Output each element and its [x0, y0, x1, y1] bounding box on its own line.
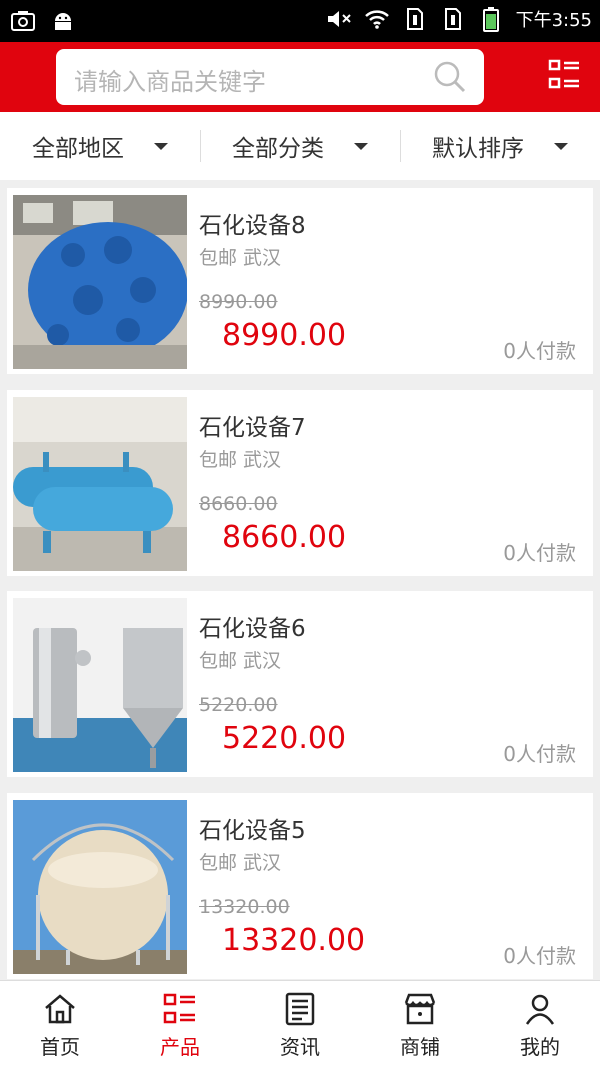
product-meta: 包邮 武汉 [199, 852, 282, 874]
original-price: 8660.00 [199, 493, 278, 515]
bottom-nav: 首页 产品 资讯 商铺 我的 [0, 980, 600, 1067]
caret-down-icon [554, 142, 568, 150]
screenshot-icon [10, 8, 36, 34]
product-title[interactable]: 石化设备5 [199, 811, 306, 845]
original-price: 5220.00 [199, 694, 278, 716]
paid-count: 0人付款 [503, 541, 576, 565]
product-list-icon [163, 993, 195, 1024]
tab-label: 产品 [160, 1035, 200, 1059]
filter-label: 默认排序 [432, 136, 524, 162]
product-card[interactable]: 石化设备5 包邮 武汉 13320.00 13320.00 0人付款 [7, 793, 593, 979]
product-title[interactable]: 石化设备8 [199, 206, 306, 240]
app-header: 请输入商品关键字 [0, 42, 600, 112]
tab-label: 我的 [520, 1035, 560, 1059]
sim2-icon [440, 6, 466, 32]
product-image[interactable] [13, 397, 187, 571]
tab-me[interactable]: 我的 [480, 981, 600, 1067]
filter-bar: 全部地区 全部分类 默认排序 [0, 112, 600, 180]
search-icon[interactable] [432, 59, 468, 95]
product-image[interactable] [13, 598, 187, 772]
caret-down-icon [354, 142, 368, 150]
category-menu-icon[interactable] [548, 58, 582, 92]
product-price: 8660.00 [222, 520, 347, 555]
product-price: 8990.00 [222, 318, 347, 353]
mute-icon [326, 6, 352, 32]
tab-label: 商铺 [400, 1035, 440, 1059]
product-title[interactable]: 石化设备6 [199, 609, 306, 643]
filter-sort[interactable]: 默认排序 [400, 112, 600, 180]
paid-count: 0人付款 [503, 339, 576, 363]
filter-label: 全部地区 [32, 136, 124, 162]
product-title[interactable]: 石化设备7 [199, 408, 306, 442]
product-meta: 包邮 武汉 [199, 449, 282, 471]
status-bar: 下午3:55 [0, 0, 600, 42]
original-price: 13320.00 [199, 896, 290, 918]
search-placeholder[interactable]: 请输入商品关键字 [74, 62, 266, 97]
caret-down-icon [154, 142, 168, 150]
tab-label: 资讯 [280, 1035, 320, 1059]
product-card[interactable]: 石化设备7 包邮 武汉 8660.00 8660.00 0人付款 [7, 390, 593, 576]
product-meta: 包邮 武汉 [199, 650, 282, 672]
product-price: 5220.00 [222, 721, 347, 756]
original-price: 8990.00 [199, 291, 278, 313]
paid-count: 0人付款 [503, 944, 576, 968]
tab-products[interactable]: 产品 [120, 981, 240, 1067]
home-icon [45, 994, 75, 1024]
wifi-icon [364, 6, 390, 32]
news-icon [285, 992, 315, 1026]
filter-label: 全部分类 [232, 136, 324, 162]
paid-count: 0人付款 [503, 742, 576, 766]
status-time: 下午3:55 [515, 10, 592, 31]
tab-shop[interactable]: 商铺 [360, 981, 480, 1067]
shop-icon [404, 993, 436, 1025]
sim1-icon [402, 6, 428, 32]
tab-label: 首页 [40, 1035, 80, 1059]
tab-home[interactable]: 首页 [0, 981, 120, 1067]
user-icon [525, 994, 555, 1025]
filter-region[interactable]: 全部地区 [0, 112, 200, 180]
battery-icon [478, 6, 504, 32]
product-image[interactable] [13, 195, 187, 369]
tab-news[interactable]: 资讯 [240, 981, 360, 1067]
filter-category[interactable]: 全部分类 [200, 112, 400, 180]
product-price: 13320.00 [222, 923, 366, 958]
search-box[interactable]: 请输入商品关键字 [56, 49, 484, 105]
product-meta: 包邮 武汉 [199, 247, 282, 269]
product-card[interactable]: 石化设备6 包邮 武汉 5220.00 5220.00 0人付款 [7, 591, 593, 777]
product-card[interactable]: 石化设备8 包邮 武汉 8990.00 8990.00 0人付款 [7, 188, 593, 374]
android-icon [50, 8, 76, 34]
product-image[interactable] [13, 800, 187, 974]
